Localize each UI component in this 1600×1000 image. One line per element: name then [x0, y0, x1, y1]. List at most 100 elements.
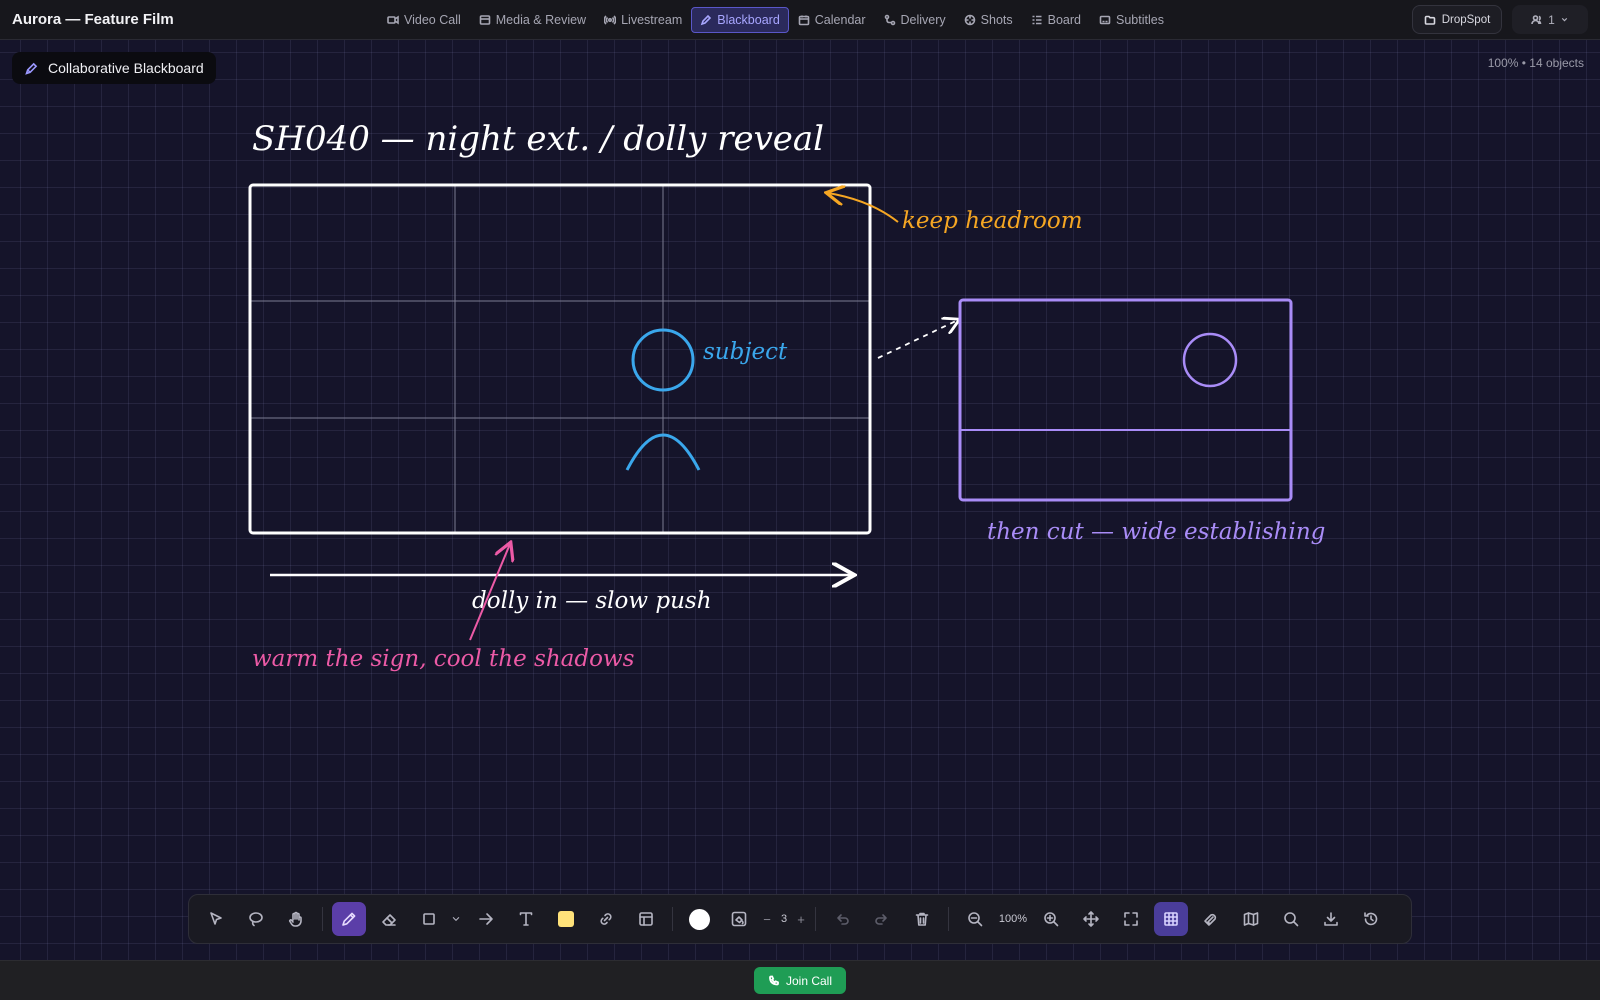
blackboard-canvas[interactable]: [0, 40, 1600, 960]
pen-icon: [25, 62, 38, 75]
grid-icon: [1164, 912, 1178, 926]
move-canvas-button[interactable]: [1074, 902, 1108, 936]
tab-label: Video Call: [404, 13, 461, 27]
main-tabs: Video Call Media & Review Livestream Bla…: [378, 7, 1173, 33]
zoom-in-button[interactable]: [1034, 902, 1068, 936]
board-label-pill: Collaborative Blackboard: [12, 52, 216, 84]
subtitles-icon: [1099, 15, 1111, 25]
undo-button[interactable]: [825, 902, 859, 936]
call-bar: Join Call: [0, 960, 1600, 1000]
zoom-level[interactable]: 100%: [995, 913, 1031, 925]
shape-options-dropdown[interactable]: [447, 902, 465, 936]
stroke-decrease-button[interactable]: −: [759, 912, 775, 927]
participants-dropdown[interactable]: 1: [1512, 5, 1588, 34]
minimap-toggle[interactable]: [1234, 902, 1268, 936]
frame-icon: [639, 912, 653, 926]
join-call-label: Join Call: [785, 973, 833, 988]
stroke-increase-button[interactable]: +: [793, 912, 809, 927]
join-call-button[interactable]: Join Call: [754, 967, 846, 994]
history-button[interactable]: [1354, 902, 1388, 936]
app-title: Aurora — Feature Film: [12, 11, 174, 28]
delivery-icon: [884, 14, 895, 26]
tab-blackboard[interactable]: Blackboard: [691, 7, 789, 33]
toolbar-divider: [948, 907, 949, 931]
trash-icon: [915, 912, 929, 926]
pen-icon: [700, 14, 712, 26]
lasso-icon: [249, 912, 263, 927]
tab-calendar[interactable]: Calendar: [789, 7, 875, 33]
search-button[interactable]: [1274, 902, 1308, 936]
arrow-tool[interactable]: [469, 902, 503, 936]
link-tool[interactable]: [589, 902, 623, 936]
board-label: Collaborative Blackboard: [48, 60, 204, 76]
magnet-icon: [1204, 913, 1217, 926]
chevron-down-icon: [452, 917, 460, 921]
phone-icon: [769, 975, 779, 985]
tab-subtitles[interactable]: Subtitles: [1090, 7, 1173, 33]
dropspot-button[interactable]: DropSpot: [1412, 5, 1502, 34]
download-icon: [1324, 912, 1338, 926]
chevron-down-icon: [1561, 17, 1568, 22]
tab-label: Shots: [980, 13, 1013, 27]
video-icon: [387, 15, 399, 25]
fill-toggle[interactable]: [722, 902, 756, 936]
tab-label: Board: [1047, 13, 1081, 27]
fit-to-screen-button[interactable]: [1114, 902, 1148, 936]
grid-toggle[interactable]: [1154, 902, 1188, 936]
pan-tool[interactable]: [279, 902, 313, 936]
tab-label: Media & Review: [495, 13, 587, 27]
snap-toggle[interactable]: [1194, 902, 1228, 936]
tab-livestream[interactable]: Livestream: [595, 7, 691, 33]
broadcast-icon: [604, 15, 617, 25]
arrow-right-icon: [479, 913, 493, 925]
tab-shots[interactable]: Shots: [955, 7, 1022, 33]
stroke-width-value: 3: [780, 913, 788, 925]
search-icon: [1284, 912, 1299, 927]
stroke-color-swatch: [688, 908, 710, 930]
pencil-icon: [342, 912, 356, 926]
map-icon: [1243, 912, 1259, 926]
zoom-out-icon: [968, 912, 983, 927]
media-icon: [479, 15, 491, 25]
pen-tool[interactable]: [332, 902, 366, 936]
move-icon: [1083, 911, 1099, 927]
toolbar-divider: [672, 907, 673, 931]
redo-icon: [875, 914, 887, 925]
redo-button[interactable]: [865, 902, 899, 936]
toolbar-divider: [815, 907, 816, 931]
stroke-color-picker[interactable]: [682, 902, 716, 936]
hand-icon: [289, 911, 302, 927]
frame-tool[interactable]: [629, 902, 663, 936]
drawing-toolbar: − 3 + 100%: [188, 894, 1412, 944]
sticky-note-tool[interactable]: [549, 902, 583, 936]
toolbar-divider: [322, 907, 323, 931]
delete-button[interactable]: [905, 902, 939, 936]
top-bar: Aurora — Feature Film Video Call Media &…: [0, 0, 1600, 40]
tab-label: Livestream: [621, 13, 683, 27]
shape-tool[interactable]: [412, 902, 446, 936]
lasso-tool[interactable]: [239, 902, 273, 936]
tab-media-review[interactable]: Media & Review: [470, 7, 595, 33]
participant-count: 1: [1548, 12, 1555, 27]
tab-video-call[interactable]: Video Call: [378, 7, 470, 33]
tab-board[interactable]: Board: [1022, 7, 1090, 33]
undo-icon: [837, 914, 849, 925]
calendar-icon: [798, 15, 810, 26]
eraser-tool[interactable]: [372, 902, 406, 936]
select-tool[interactable]: [199, 902, 233, 936]
text-icon: [519, 912, 533, 926]
users-icon: [1531, 14, 1542, 24]
shots-icon: [964, 14, 975, 26]
tab-delivery[interactable]: Delivery: [875, 7, 955, 33]
fullscreen-icon: [1124, 912, 1138, 926]
dropspot-label: DropSpot: [1441, 13, 1491, 26]
zoom-out-button[interactable]: [958, 902, 992, 936]
export-button[interactable]: [1314, 902, 1348, 936]
tab-label: Delivery: [900, 13, 946, 27]
link-icon: [600, 913, 612, 925]
zoom-object-count: 100% • 14 objects: [1487, 56, 1584, 70]
text-tool[interactable]: [509, 902, 543, 936]
cursor-icon: [210, 912, 222, 925]
zoom-in-icon: [1044, 912, 1059, 927]
tab-label: Calendar: [814, 13, 866, 27]
